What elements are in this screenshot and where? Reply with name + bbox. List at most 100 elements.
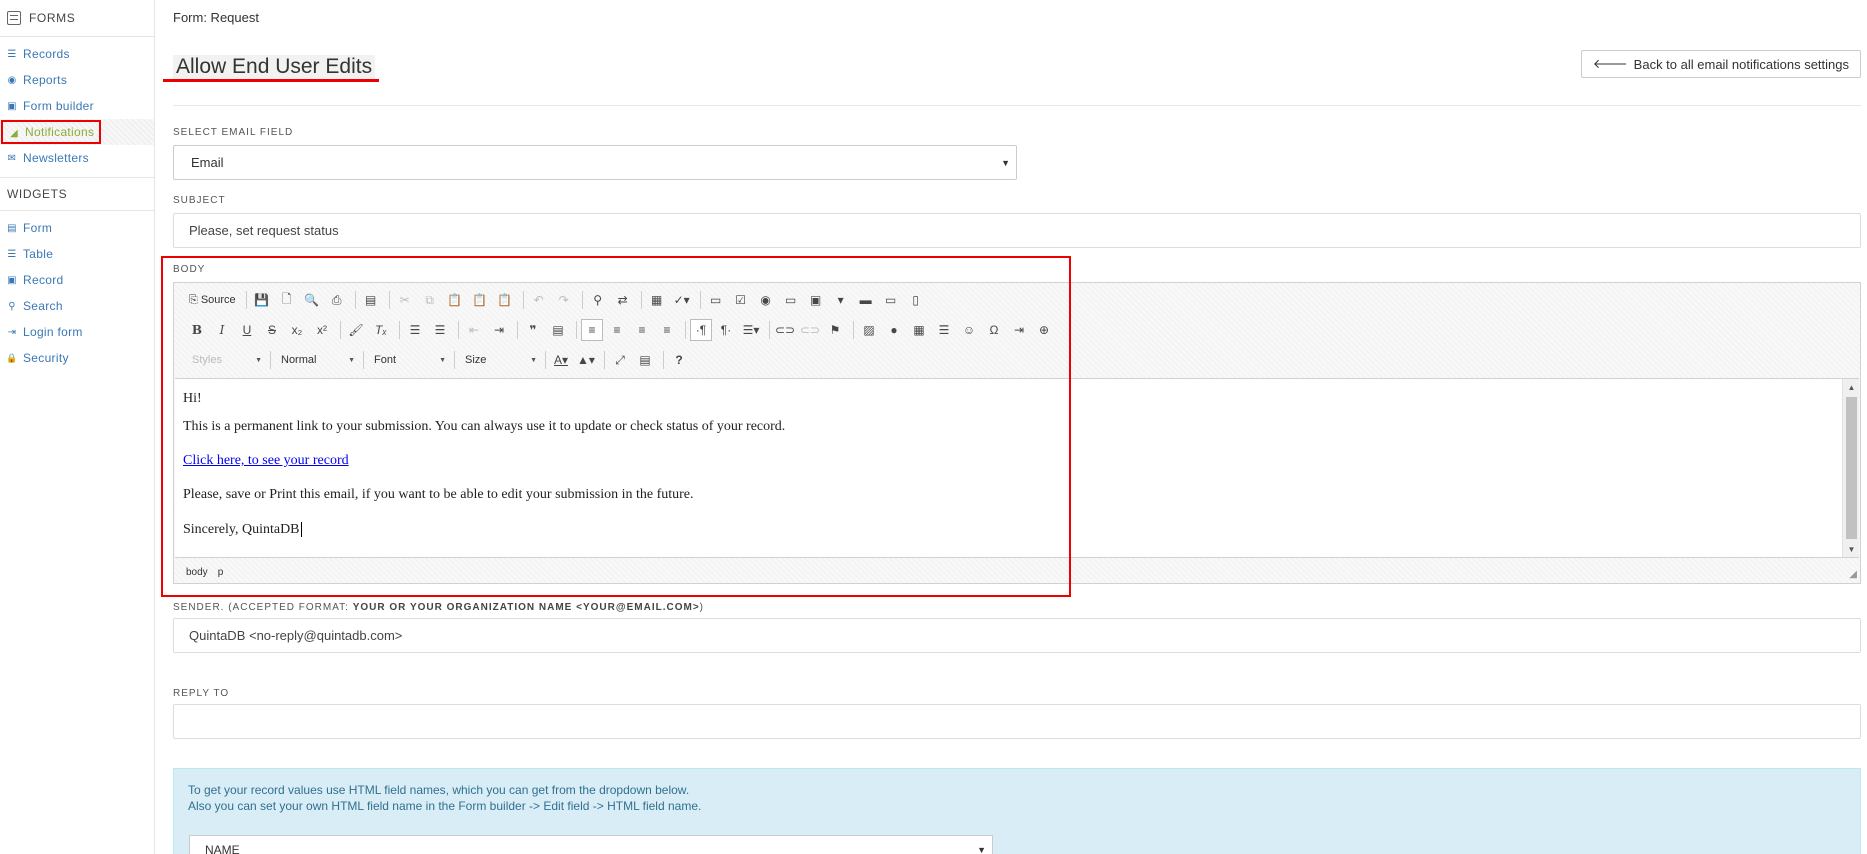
replace-icon[interactable]: ⇄	[612, 289, 634, 311]
link-icon[interactable]: ⊂⊃	[774, 319, 796, 341]
sidebar-item-form[interactable]: ▤ Form	[0, 215, 154, 241]
align-center-icon[interactable]: ≡	[606, 319, 628, 341]
print-icon[interactable]: ⎙	[326, 289, 348, 311]
smiley-icon[interactable]: ☺	[958, 319, 980, 341]
info-panel: To get your record values use HTML field…	[173, 768, 1861, 854]
form-icon[interactable]: ▭	[705, 289, 727, 311]
subscript-icon[interactable]: x₂	[286, 319, 308, 341]
flash-icon[interactable]: ●	[883, 319, 905, 341]
paste-word-icon[interactable]: 📋	[494, 289, 516, 311]
sender-input[interactable]: QuintaDB <no-reply@quintadb.com>	[173, 618, 1861, 653]
find-icon[interactable]: ⚲	[587, 289, 609, 311]
sidebar-item-search[interactable]: ⚲ Search	[0, 293, 154, 319]
sidebar-item-form-builder[interactable]: ▣ Form builder	[0, 93, 154, 119]
back-button-label: Back to all email notifications settings	[1633, 56, 1849, 72]
subject-input[interactable]: Please, set request status	[173, 213, 1861, 248]
sidebar-item-security[interactable]: 🔒 Security	[0, 345, 154, 371]
language-icon[interactable]: ☰▾	[740, 319, 762, 341]
editor-scrollbar[interactable]: ▲ ▼	[1842, 379, 1859, 557]
textarea-icon[interactable]: ▣	[805, 289, 827, 311]
source-button[interactable]: ⎘ Source	[186, 289, 239, 311]
resize-handle-icon[interactable]: ◢	[1849, 569, 1857, 580]
remove-format-icon[interactable]: Tₓ	[370, 319, 392, 341]
new-page-icon[interactable]: 🗋	[276, 289, 298, 311]
redo-icon[interactable]: ↷	[553, 289, 575, 311]
underline-icon[interactable]: U	[236, 319, 258, 341]
paste-icon[interactable]: 📋	[444, 289, 466, 311]
sidebar-item-login-form[interactable]: ⇥ Login form	[0, 319, 154, 345]
italic-icon[interactable]: I	[211, 319, 233, 341]
justify-icon[interactable]: ≡	[656, 319, 678, 341]
ltr-icon[interactable]: ·¶	[690, 319, 712, 341]
unlink-icon[interactable]: ⊂⊃	[799, 319, 821, 341]
sidebar-forms-header: FORMS	[0, 0, 154, 36]
scrollbar-thumb[interactable]	[1846, 397, 1857, 539]
bulleted-list-icon[interactable]: ☰	[429, 319, 451, 341]
iframe-icon[interactable]: ⊕	[1033, 319, 1055, 341]
format-dropdown[interactable]: Normal ▼	[275, 350, 359, 370]
undo-icon[interactable]: ↶	[528, 289, 550, 311]
bg-color-icon[interactable]: ▲▾	[575, 349, 597, 371]
sidebar-item-reports[interactable]: ◉ Reports	[0, 67, 154, 93]
hidden-field-icon[interactable]: ▯	[905, 289, 927, 311]
maximize-icon[interactable]: ⤢	[609, 349, 631, 371]
strike-icon[interactable]: S	[261, 319, 283, 341]
radio-icon[interactable]: ◉	[755, 289, 777, 311]
text-color-icon[interactable]: A▾	[550, 349, 572, 371]
editor-content-area[interactable]: Hi! This is a permanent link to your sub…	[175, 378, 1859, 558]
show-blocks-icon[interactable]: ▤	[634, 349, 656, 371]
bold-icon[interactable]: B	[186, 319, 208, 341]
image-icon[interactable]: ▨	[858, 319, 880, 341]
button-icon[interactable]: ▬	[855, 289, 877, 311]
image-button-icon[interactable]: ▭	[880, 289, 902, 311]
paste-text-icon[interactable]: 📋	[469, 289, 491, 311]
rtl-icon[interactable]: ¶·	[715, 319, 737, 341]
styles-dropdown[interactable]: Styles ▼	[186, 350, 266, 370]
div-container-icon[interactable]: ▤	[547, 319, 569, 341]
spellcheck-icon[interactable]: ✓▾	[671, 289, 693, 311]
path-p[interactable]: p	[218, 567, 224, 578]
scroll-up-icon[interactable]: ▲	[1843, 379, 1860, 395]
lock-icon: 🔒	[6, 352, 18, 363]
checkbox-icon[interactable]: ☑	[730, 289, 752, 311]
toolbar-separator	[363, 351, 364, 369]
font-dropdown[interactable]: Font ▼	[368, 350, 450, 370]
table-icon[interactable]: ▦	[908, 319, 930, 341]
select-field-icon[interactable]: ▾	[830, 289, 852, 311]
reply-to-input[interactable]	[173, 704, 1861, 739]
sidebar-item-records[interactable]: ☰ Records	[0, 41, 154, 67]
sidebar-item-newsletters[interactable]: ✉ Newsletters	[0, 145, 154, 171]
back-to-notifications-button[interactable]: 🡐 Back to all email notifications settin…	[1580, 50, 1861, 78]
scroll-down-icon[interactable]: ▼	[1843, 541, 1860, 557]
field-name-select[interactable]: NAME ▼	[189, 835, 993, 854]
chevron-down-icon: ▼	[348, 356, 355, 364]
select-all-icon[interactable]: ▦	[646, 289, 668, 311]
horizontal-rule-icon[interactable]: ☰	[933, 319, 955, 341]
sidebar-item-table[interactable]: ☰ Table	[0, 241, 154, 267]
help-icon[interactable]: ?	[668, 349, 690, 371]
superscript-icon[interactable]: x²	[311, 319, 333, 341]
page-break-icon[interactable]: ⇥	[1008, 319, 1030, 341]
save-icon[interactable]: 💾	[251, 289, 273, 311]
anchor-flag-icon[interactable]: ⚑	[824, 319, 846, 341]
record-link[interactable]: Click here, to see your record	[183, 453, 349, 468]
copy-icon[interactable]: ⧉	[419, 289, 441, 311]
preview-icon[interactable]: 🔍	[301, 289, 323, 311]
sidebar-item-record[interactable]: ▣ Record	[0, 267, 154, 293]
special-char-icon[interactable]: Ω	[983, 319, 1005, 341]
cut-icon[interactable]: ✂	[394, 289, 416, 311]
sidebar-item-notifications[interactable]: ◢ Notifications	[0, 119, 154, 145]
size-dropdown[interactable]: Size ▼	[459, 350, 541, 370]
align-right-icon[interactable]: ≡	[631, 319, 653, 341]
copy-format-icon[interactable]: 🖌	[345, 319, 367, 341]
email-field-select[interactable]: Email ▼	[173, 145, 1017, 180]
outdent-icon[interactable]: ⇤	[463, 319, 485, 341]
textfield-icon[interactable]: ▭	[780, 289, 802, 311]
indent-icon[interactable]: ⇥	[488, 319, 510, 341]
align-left-icon[interactable]: ≡	[581, 319, 603, 341]
templates-icon[interactable]: ▤	[360, 289, 382, 311]
blockquote-icon[interactable]: ❞	[522, 319, 544, 341]
path-body[interactable]: body	[186, 567, 208, 578]
search-icon: ⚲	[8, 300, 16, 312]
numbered-list-icon[interactable]: ☰	[404, 319, 426, 341]
